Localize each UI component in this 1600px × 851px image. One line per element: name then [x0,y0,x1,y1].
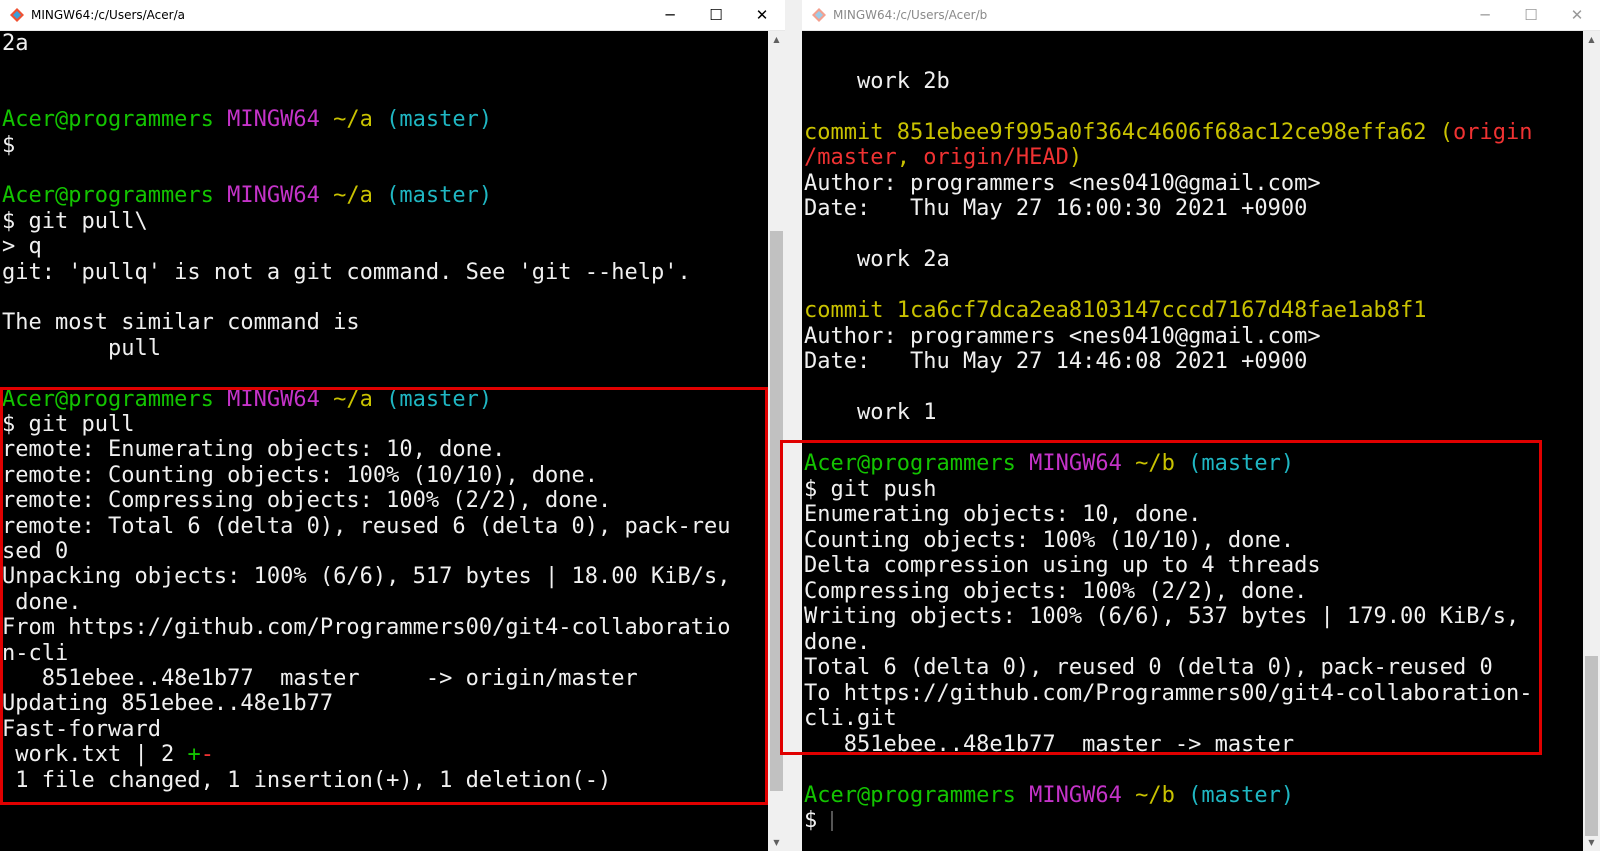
terminal-text-segment: Acer@programmers [2,183,228,209]
terminal-line: Author: programmers <nes0410@gmail.com> [804,171,1321,197]
git-bash-icon [812,8,826,22]
terminal-line: pull [2,336,161,362]
highlight-box-pull [0,387,768,805]
terminal-text-segment: Author: programmers <nes0410@gmail.com> [804,323,1321,349]
terminal-text-segment: commit 1ca6cf7dca2ea8103147cccd7167d48fa… [804,298,1427,323]
terminal-text-segment: (master) [386,107,493,133]
minimize-button[interactable]: ─ [647,0,693,30]
terminal-line: $ [2,133,15,159]
terminal-text-segment: work 2a [804,247,950,272]
terminal-line: $ [804,808,833,834]
terminal-line: Date: Thu May 27 16:00:30 2021 +0900 [804,196,1307,222]
git-bash-icon [10,8,24,22]
terminal-text-segment: ~/a [333,107,387,133]
terminal-text-segment: Acer@programmers [804,782,1030,808]
terminal-text-segment: work 1 [804,400,937,425]
terminal-text-segment: $ git pull\ [2,208,148,234]
terminal-line: Author: programmers <nes0410@gmail.com> [804,324,1321,350]
scroll-down-icon[interactable]: ▼ [1583,834,1600,851]
terminal-line: Acer@programmers MINGW64 ~/a (master) [2,183,492,209]
terminal-line: The most similar command is [2,310,360,336]
title-bar[interactable]: MINGW64:/c/Users/Acer/b ─ ☐ ✕ [802,0,1600,31]
highlight-box-push [780,440,1542,755]
terminal-text-segment: /master [804,145,897,170]
terminal-text-segment: origin/HEAD [923,145,1069,170]
terminal-text-segment: ~/b [1135,782,1189,808]
scroll-up-icon[interactable]: ▲ [1583,31,1600,48]
terminal-line: $ git pull\ [2,209,148,235]
terminal-text-segment: MINGW64 [227,107,334,133]
terminal-line: Date: Thu May 27 14:46:08 2021 +0900 [804,349,1307,375]
terminal-text-segment: git: 'pullq' is not a git command. See '… [2,259,691,285]
terminal-text-segment: origin [1453,119,1533,145]
terminal-text-segment: > q [2,234,42,260]
terminal-line: work 2a [804,247,950,273]
terminal-text-segment: 2a [2,31,29,56]
terminal-text-segment: Author: programmers <nes0410@gmail.com> [804,170,1321,196]
terminal-text-segment: pull [2,335,161,361]
close-button[interactable]: ✕ [1554,0,1600,30]
terminal-line: Acer@programmers MINGW64 ~/a (master) [2,107,492,133]
terminal-text-segment: (master) [386,183,493,209]
terminal-text-segment: $ [2,132,16,158]
terminal-line: 2a [2,31,29,57]
scroll-up-icon[interactable]: ▲ [768,31,785,48]
maximize-button[interactable]: ☐ [1508,0,1554,30]
title-bar[interactable]: MINGW64:/c/Users/Acer/a ─ ☐ ✕ [0,0,785,31]
scroll-down-icon[interactable]: ▼ [768,834,785,851]
minimize-button[interactable]: ─ [1462,0,1508,30]
terminal-text-segment: , [896,145,924,170]
terminal-text-segment: MINGW64 [227,183,334,209]
terminal-line: git: 'pullq' is not a git command. See '… [2,260,691,286]
maximize-button[interactable]: ☐ [693,0,739,30]
terminal-line: /master, origin/HEAD) [804,145,1082,171]
window-title: MINGW64:/c/Users/Acer/b [833,8,988,22]
terminal-text-segment: MINGW64 [1029,782,1136,808]
terminal-line: > q [2,234,42,260]
terminal-line: work 2b [804,69,950,95]
window-title: MINGW64:/c/Users/Acer/a [31,8,185,22]
terminal-text-segment: work 2b [804,68,950,94]
terminal-text-segment: $ [804,808,831,833]
terminal-text-segment: The most similar command is [2,310,360,336]
terminal-line: commit 851ebee9f995a0f364c4606f68ac12ce9… [804,120,1533,146]
terminal-text-segment: ) [1068,145,1083,170]
terminal-text-segment: ~/a [333,183,387,209]
terminal-text-segment: Acer@programmers [2,107,228,133]
terminal-text-segment: ( [1439,119,1454,145]
text-cursor [830,811,833,831]
terminal-text-segment: commit 851ebee9f995a0f364c4606f68ac12ce9… [804,119,1440,145]
scroll-thumb[interactable] [1585,656,1598,836]
terminal-text-segment: Date: Thu May 27 16:00:30 2021 +0900 [804,196,1308,221]
terminal-text-segment: Date: Thu May 27 14:46:08 2021 +0900 [804,349,1308,374]
terminal-line: work 1 [804,400,936,426]
close-button[interactable]: ✕ [739,0,785,30]
terminal-line: commit 1ca6cf7dca2ea8103147cccd7167d48fa… [804,298,1427,324]
terminal-text-segment: (master) [1188,782,1295,808]
terminal-line: Acer@programmers MINGW64 ~/b (master) [804,783,1294,809]
vertical-scrollbar[interactable]: ▲ ▼ [1583,31,1600,851]
